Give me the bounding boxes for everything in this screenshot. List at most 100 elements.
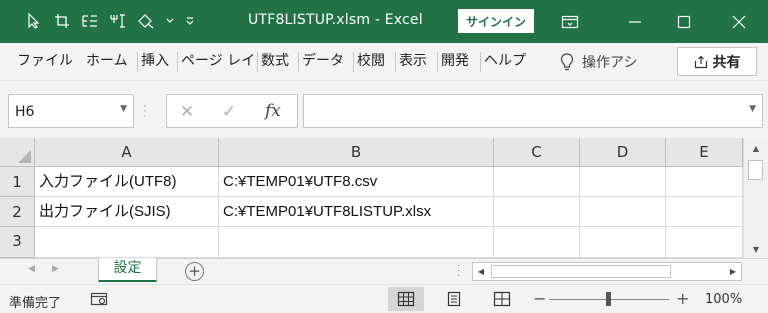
tab-formulas[interactable]: 数式 [261, 43, 289, 80]
tab-page-layout[interactable]: ページ レイ [181, 43, 255, 80]
quick-access-toolbar [22, 10, 198, 32]
cell-c1[interactable] [494, 167, 580, 197]
customize-icon[interactable] [182, 10, 198, 32]
cell-e2[interactable] [666, 197, 743, 227]
scroll-up-icon[interactable]: ▲ [744, 140, 768, 157]
maximize-icon [677, 15, 691, 28]
title-bar: UTF8LISTUP.xlsm - Excel サインイン [0, 0, 768, 43]
crop-icon[interactable] [50, 10, 74, 32]
zoom-slider-thumb[interactable] [606, 292, 611, 306]
cell-a2[interactable]: 出力ファイル(SJIS) [35, 197, 219, 227]
grid-view-icon [397, 291, 415, 307]
cell-b2[interactable]: C:¥TEMP01¥UTF8LISTUP.xlsx [219, 197, 494, 227]
cell-c3[interactable] [494, 227, 580, 258]
insert-function-button[interactable]: fx [265, 101, 281, 121]
horizontal-scroll-thumb[interactable] [491, 265, 671, 278]
tab-review[interactable]: 校閲 [357, 43, 385, 80]
page-break-view-button[interactable] [484, 287, 520, 311]
chevron-down-icon[interactable]: ▼ [120, 104, 127, 114]
tab-home[interactable]: ホーム [86, 43, 128, 80]
sheet-tab-settings[interactable]: 設定 [98, 258, 157, 282]
sheet-prev-icon[interactable]: ◀ [28, 264, 35, 274]
cell-a1[interactable]: 入力ファイル(UTF8) [35, 167, 219, 197]
share-button[interactable]: 共有 [677, 47, 757, 76]
column-header-a[interactable]: A [35, 138, 219, 167]
sign-in-button[interactable]: サインイン [458, 9, 534, 33]
tab-view[interactable]: 表示 [399, 43, 427, 80]
minimize-button[interactable] [610, 0, 660, 43]
tab-split-handle-icon[interactable]: · · · [457, 262, 460, 282]
status-ready: 準備完了 [9, 296, 62, 311]
formula-input[interactable]: ▼ [303, 94, 763, 128]
row-header-3[interactable]: 3 [0, 227, 35, 258]
horizontal-scrollbar[interactable]: ◀ ▶ [472, 262, 742, 281]
tree-icon[interactable] [78, 10, 102, 32]
page-break-icon [493, 291, 511, 307]
tell-me-search[interactable]: 操作アシ [560, 43, 637, 80]
maximize-button[interactable] [659, 0, 709, 43]
tab-insert[interactable]: 挿入 [141, 43, 169, 80]
enter-icon[interactable]: ✓ [209, 95, 249, 129]
window-title: UTF8LISTUP.xlsm - Excel [248, 12, 423, 28]
tab-separator [480, 52, 481, 72]
page-layout-view-button[interactable] [436, 287, 472, 311]
tab-file[interactable]: ファイル [17, 43, 73, 80]
tab-separator [395, 52, 396, 72]
ribbon-display-options-button[interactable] [545, 0, 595, 43]
expand-formula-bar-icon[interactable]: ▼ [749, 104, 756, 114]
resize-handle-icon[interactable]: · · · [143, 100, 147, 122]
zoom-in-icon[interactable]: + [676, 289, 689, 308]
sheet-next-icon[interactable]: ▶ [52, 264, 59, 274]
minimize-icon [629, 20, 641, 23]
sheet-tabs-bar: ◀ ▶ 設定 + · · · ◀ ▶ [0, 258, 768, 284]
add-sheet-icon[interactable]: + [185, 262, 204, 281]
close-button[interactable] [714, 0, 764, 43]
column-header-d[interactable]: D [580, 138, 666, 167]
column-header-e[interactable]: E [666, 138, 743, 167]
formula-bar: H6 ▼ · · · ✕ ✓ fx ▼ [0, 80, 768, 138]
shape-icon[interactable] [134, 10, 158, 32]
macro-record-icon[interactable] [90, 291, 108, 311]
tab-separator [298, 52, 299, 72]
vertical-scroll-thumb[interactable] [748, 160, 763, 180]
cell-b3[interactable] [219, 227, 494, 258]
zoom-level[interactable]: 100% [705, 292, 742, 307]
tab-separator [437, 52, 438, 72]
vertical-scrollbar[interactable]: ▲ ▼ [743, 138, 768, 259]
tracer-icon[interactable] [106, 10, 130, 32]
cell-e3[interactable] [666, 227, 743, 258]
zoom-out-icon[interactable]: − [533, 289, 546, 308]
tell-me-label: 操作アシ [582, 54, 638, 71]
tab-separator [257, 52, 258, 72]
page-layout-icon [447, 291, 461, 307]
cell-d2[interactable] [580, 197, 666, 227]
cancel-icon[interactable]: ✕ [167, 95, 207, 129]
cell-b1[interactable]: C:¥TEMP01¥UTF8.csv [219, 167, 494, 197]
scroll-left-icon[interactable]: ◀ [473, 263, 489, 280]
row-header-1[interactable]: 1 [0, 167, 35, 197]
column-header-c[interactable]: C [494, 138, 580, 167]
row-header-2[interactable]: 2 [0, 197, 35, 227]
column-header-b[interactable]: B [219, 138, 494, 167]
ribbon-display-icon [561, 15, 579, 28]
name-box[interactable]: H6 ▼ [8, 94, 134, 128]
scroll-right-icon[interactable]: ▶ [725, 263, 741, 280]
cell-a3[interactable] [35, 227, 219, 258]
tab-developer[interactable]: 開発 [441, 43, 469, 80]
dropdown-icon[interactable] [162, 10, 178, 32]
tab-separator [353, 52, 354, 72]
cell-d3[interactable] [580, 227, 666, 258]
share-icon [694, 55, 707, 68]
cell-d1[interactable] [580, 167, 666, 197]
tab-separator [177, 52, 178, 72]
tab-data[interactable]: データ [302, 43, 344, 80]
select-all-button[interactable] [0, 138, 35, 167]
tab-separator [137, 52, 138, 72]
cursor-icon[interactable] [22, 10, 46, 32]
close-icon [732, 15, 746, 28]
normal-view-button[interactable] [388, 287, 424, 311]
tab-help[interactable]: ヘルプ [484, 43, 526, 80]
scroll-down-icon[interactable]: ▼ [744, 241, 768, 258]
cell-e1[interactable] [666, 167, 743, 197]
cell-c2[interactable] [494, 197, 580, 227]
